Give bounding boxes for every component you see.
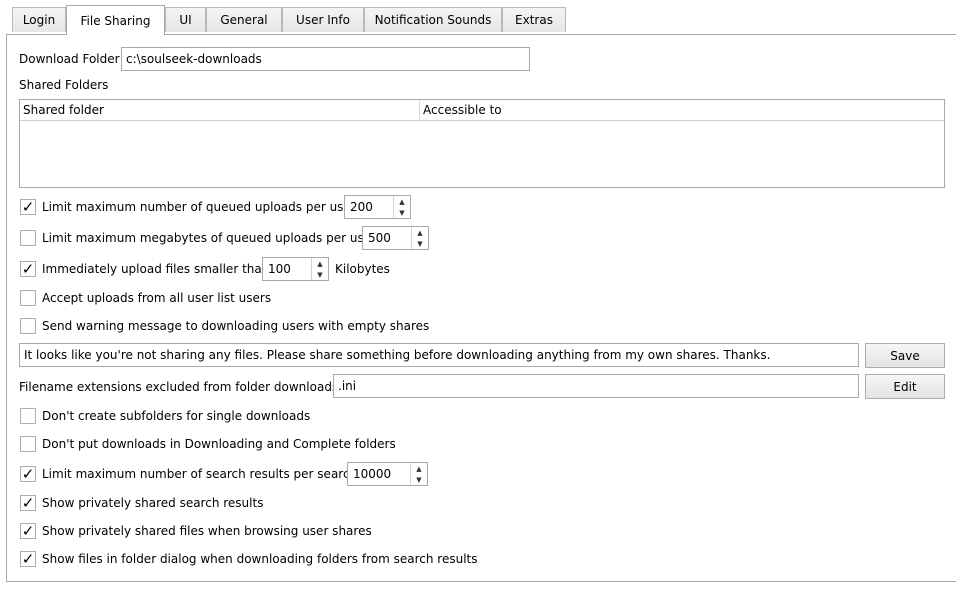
limit-search-results-checkbox[interactable]: ✓ <box>20 466 36 482</box>
arrow-up-icon[interactable]: ▲ <box>412 227 428 238</box>
arrow-down-icon[interactable]: ▼ <box>411 474 427 485</box>
tab-label: File Sharing <box>80 13 151 28</box>
tab-general[interactable]: General <box>206 7 282 32</box>
download-folder-input[interactable]: c:\soulseek-downloads <box>121 47 530 71</box>
column-header-accessible-to[interactable]: Accessible to <box>419 100 944 120</box>
arrow-down-icon[interactable]: ▼ <box>412 238 428 249</box>
tab-notification-sounds[interactable]: Notification Sounds <box>364 7 502 32</box>
spinbox-value: 10000 <box>353 467 392 481</box>
spinbox-arrows: ▲ ▼ <box>311 258 328 280</box>
warning-message-input[interactable]: It looks like you're not sharing any fil… <box>19 343 859 367</box>
immediate-upload-checkbox[interactable]: ✓ <box>20 261 36 277</box>
check-icon: ✓ <box>21 465 35 483</box>
tab-label: Extras <box>515 13 553 27</box>
no-downloading-folders-label: Don't put downloads in Downloading and C… <box>42 437 396 451</box>
queued-megabytes-spinbox[interactable]: 500 ▲ ▼ <box>362 226 429 250</box>
show-private-browse-checkbox[interactable]: ✓ <box>20 523 36 539</box>
edit-button[interactable]: Edit <box>865 374 945 399</box>
show-files-dialog-label: Show files in folder dialog when downloa… <box>42 552 478 566</box>
arrow-down-icon[interactable]: ▼ <box>312 269 328 280</box>
tab-label: Login <box>22 13 56 27</box>
shared-folders-table[interactable]: Shared folder Accessible to <box>19 99 945 188</box>
queued-uploads-spinbox[interactable]: 200 ▲ ▼ <box>344 195 411 219</box>
excluded-extensions-label: Filename extensions excluded from folder… <box>19 380 343 394</box>
tab-file-sharing[interactable]: File Sharing <box>66 5 165 35</box>
check-icon: ✓ <box>21 522 35 540</box>
send-warning-checkbox[interactable] <box>20 318 36 334</box>
limit-queued-uploads-label: Limit maximum number of queued uploads p… <box>42 200 356 214</box>
tab-ui[interactable]: UI <box>165 7 206 32</box>
accept-uploads-checkbox[interactable] <box>20 290 36 306</box>
limit-queued-megabytes-label: Limit maximum megabytes of queued upload… <box>42 231 377 245</box>
show-private-search-checkbox[interactable]: ✓ <box>20 495 36 511</box>
arrow-up-icon[interactable]: ▲ <box>394 196 410 207</box>
table-header: Shared folder Accessible to <box>20 100 944 121</box>
immediate-upload-spinbox[interactable]: 100 ▲ ▼ <box>262 257 329 281</box>
show-private-browse-label: Show privately shared files when browsin… <box>42 524 372 538</box>
spinbox-arrows: ▲ ▼ <box>393 196 410 218</box>
no-downloading-folders-checkbox[interactable] <box>20 436 36 452</box>
spinbox-arrows: ▲ ▼ <box>411 227 428 249</box>
show-files-dialog-checkbox[interactable]: ✓ <box>20 551 36 567</box>
limit-queued-uploads-checkbox[interactable]: ✓ <box>20 199 36 215</box>
check-icon: ✓ <box>21 198 35 216</box>
spinbox-value: 100 <box>268 262 291 276</box>
tab-login[interactable]: Login <box>12 7 66 32</box>
immediate-upload-label: Immediately upload files smaller than <box>42 262 270 276</box>
excluded-extensions-input[interactable]: .ini <box>333 374 859 398</box>
send-warning-label: Send warning message to downloading user… <box>42 319 430 333</box>
limit-search-results-label: Limit maximum number of search results p… <box>42 467 358 481</box>
check-icon: ✓ <box>21 550 35 568</box>
limit-queued-megabytes-checkbox[interactable] <box>20 230 36 246</box>
check-icon: ✓ <box>21 494 35 512</box>
download-folder-label: Download Folder <box>19 52 120 66</box>
tab-label: User Info <box>296 13 350 27</box>
tab-label: General <box>220 13 268 27</box>
shared-folders-label: Shared Folders <box>19 78 109 92</box>
kilobytes-unit-label: Kilobytes <box>335 262 390 276</box>
column-header-shared-folder[interactable]: Shared folder <box>20 100 420 120</box>
spinbox-arrows: ▲ ▼ <box>410 463 427 485</box>
no-subfolders-label: Don't create subfolders for single downl… <box>42 409 311 423</box>
no-subfolders-checkbox[interactable] <box>20 408 36 424</box>
search-results-spinbox[interactable]: 10000 ▲ ▼ <box>347 462 428 486</box>
arrow-up-icon[interactable]: ▲ <box>312 258 328 269</box>
spinbox-value: 200 <box>350 200 373 214</box>
tab-label: UI <box>179 13 192 27</box>
arrow-up-icon[interactable]: ▲ <box>411 463 427 474</box>
spinbox-value: 500 <box>368 231 391 245</box>
tab-user-info[interactable]: User Info <box>282 7 364 32</box>
arrow-down-icon[interactable]: ▼ <box>394 207 410 218</box>
save-button[interactable]: Save <box>865 343 945 368</box>
tab-label: Notification Sounds <box>374 13 492 27</box>
check-icon: ✓ <box>21 260 35 278</box>
tab-extras[interactable]: Extras <box>502 7 566 32</box>
show-private-search-label: Show privately shared search results <box>42 496 264 510</box>
accept-uploads-label: Accept uploads from all user list users <box>42 291 272 305</box>
